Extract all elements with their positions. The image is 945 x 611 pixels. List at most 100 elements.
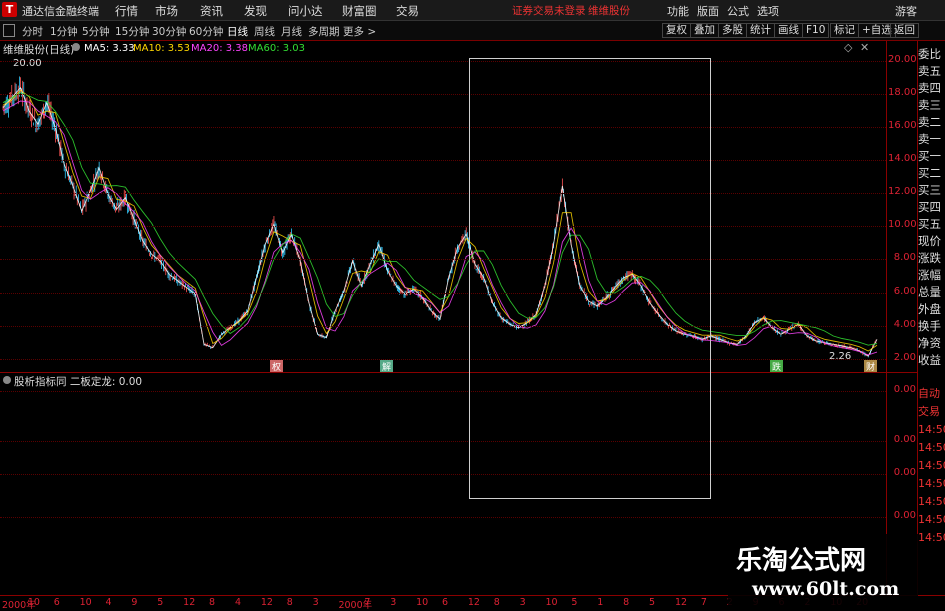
quote-field-label: 买二	[918, 166, 941, 180]
login-notice[interactable]: 证券交易未登录	[512, 3, 586, 18]
current-stock-name: 维维股份	[588, 5, 630, 17]
f10-button[interactable]: F10	[802, 23, 830, 38]
period-15min[interactable]: 15分钟	[115, 24, 149, 39]
menu-layout[interactable]: 版面	[697, 3, 719, 19]
x-tick-label: 8	[493, 597, 500, 608]
chart-settings-icon[interactable]	[72, 43, 80, 51]
menu-market[interactable]: 市场	[155, 3, 178, 19]
x-tick-label: 10	[545, 597, 558, 608]
x-tick-label: 10	[27, 597, 40, 608]
x-tick-label: 4	[105, 597, 112, 608]
quote-field-label: 总量	[918, 285, 941, 299]
grid-line	[0, 226, 886, 227]
period-30min[interactable]: 30分钟	[152, 24, 186, 39]
x-tick-label: 5	[649, 597, 656, 608]
mark-button[interactable]: 标记	[830, 23, 859, 38]
price-tick-label: 12.00	[888, 186, 917, 197]
subchart-settings-icon[interactable]	[3, 376, 11, 384]
x-tick-label: 3	[312, 597, 319, 608]
overlay-button[interactable]: 叠加	[690, 23, 719, 38]
watermark-cn: 乐淘公式网	[736, 546, 867, 576]
guest-label[interactable]: 游客	[895, 3, 917, 19]
x-tick-label: 9	[131, 597, 138, 608]
quote-field-label: 卖四	[918, 81, 941, 95]
quote-field-label: 卖一	[918, 132, 941, 146]
back-button[interactable]: 返回	[890, 23, 919, 38]
menu-options[interactable]: 选项	[757, 3, 779, 19]
grid-line	[0, 517, 886, 518]
x-tick-label: 12	[260, 597, 273, 608]
period-daily[interactable]: 日线	[227, 24, 248, 39]
adjust-button[interactable]: 复权	[662, 23, 691, 38]
period-more[interactable]: 更多 >	[343, 24, 376, 39]
panel-toggle-icon[interactable]	[3, 24, 15, 37]
price-tick-label: 6.00	[893, 286, 916, 297]
statistics-button[interactable]: 统计	[746, 23, 775, 38]
selection-rectangle[interactable]	[469, 58, 711, 499]
price-tick-label: 18.00	[888, 87, 917, 98]
x-tick-label: 4	[234, 597, 241, 608]
multi-stock-button[interactable]: 多股	[718, 23, 747, 38]
app-title: 通达信金融终端	[22, 5, 99, 18]
grid-line	[0, 193, 886, 194]
pane-divider[interactable]	[0, 372, 917, 373]
x-tick-label: 3	[519, 597, 526, 608]
period-weekly[interactable]: 周线	[254, 24, 275, 39]
watermark-url: www.60lt.com	[752, 578, 900, 600]
x-tick-label: 10	[416, 597, 429, 608]
menu-trade[interactable]: 交易	[396, 3, 419, 19]
indicator-tick-label: 0.00	[893, 510, 916, 521]
quote-field-label: 买五	[918, 217, 941, 231]
grid-line	[0, 391, 886, 392]
grid-line	[0, 326, 886, 327]
high-price-label: 20.00	[13, 58, 42, 69]
quote-field-label: 委比	[918, 47, 941, 61]
x-tick-label: 12	[467, 597, 480, 608]
menu-quotes[interactable]: 行情	[115, 3, 138, 19]
period-1min[interactable]: 1分钟	[50, 24, 78, 39]
x-tick-label: 5	[157, 597, 164, 608]
subchart-title: 股析指标同 二板定龙: 0.00	[14, 376, 143, 388]
x-tick-label: 7	[364, 597, 371, 608]
indicator-tick-label: 0.00	[893, 467, 916, 478]
grid-line	[0, 160, 886, 161]
indicator-tick-label: 0.00	[893, 434, 916, 445]
quote-field-label: 卖三	[918, 98, 941, 112]
menu-discover[interactable]: 发现	[244, 3, 267, 19]
price-tick-label: 8.00	[893, 252, 916, 263]
menu-ask-xiaoda[interactable]: 问小达	[288, 3, 323, 19]
trade-time-label: 14:50	[918, 459, 945, 472]
quote-field-label: 卖二	[918, 115, 941, 129]
x-tick-label: 3	[390, 597, 397, 608]
draw-line-button[interactable]: 画线	[774, 23, 803, 38]
trade-time-label: 14:50	[918, 423, 945, 436]
x-tick-label: 7	[700, 597, 707, 608]
period-monthly[interactable]: 月线	[281, 24, 302, 39]
price-tick-label: 10.00	[888, 219, 917, 230]
x-tick-label: 10	[79, 597, 92, 608]
quote-field-label: 买一	[918, 149, 941, 163]
x-tick-label: 8	[623, 597, 630, 608]
grid-line	[0, 441, 886, 442]
period-5min[interactable]: 5分钟	[82, 24, 110, 39]
trade-time-label: 14:50	[918, 513, 945, 526]
x-tick-label: 5	[571, 597, 578, 608]
period-multi[interactable]: 多周期	[308, 24, 340, 39]
menu-news[interactable]: 资讯	[200, 3, 223, 19]
ma-line-2	[2, 100, 878, 356]
quote-field-label: 外盘	[918, 302, 941, 316]
quote-field-label: 收益	[918, 353, 941, 367]
grid-line	[0, 61, 886, 62]
grid-line	[0, 127, 886, 128]
quote-field-label: 换手	[918, 319, 941, 333]
low-price-label: 2.26	[829, 351, 852, 362]
menu-wealth-circle[interactable]: 财富圈	[342, 3, 377, 19]
period-intraday[interactable]: 分时	[22, 24, 43, 39]
quote-field-label: 卖五	[918, 64, 941, 78]
period-toolbar: 分时 1分钟 5分钟 15分钟 30分钟 60分钟 日线 周线 月线 多周期 更…	[0, 21, 945, 41]
grid-line	[0, 293, 886, 294]
title-bar: T 通达信金融终端 行情 市场 资讯 发现 问小达 财富圈 交易 证券交易未登录…	[0, 0, 945, 21]
period-60min[interactable]: 60分钟	[189, 24, 223, 39]
menu-formula[interactable]: 公式	[727, 3, 749, 19]
menu-function[interactable]: 功能	[667, 3, 689, 19]
